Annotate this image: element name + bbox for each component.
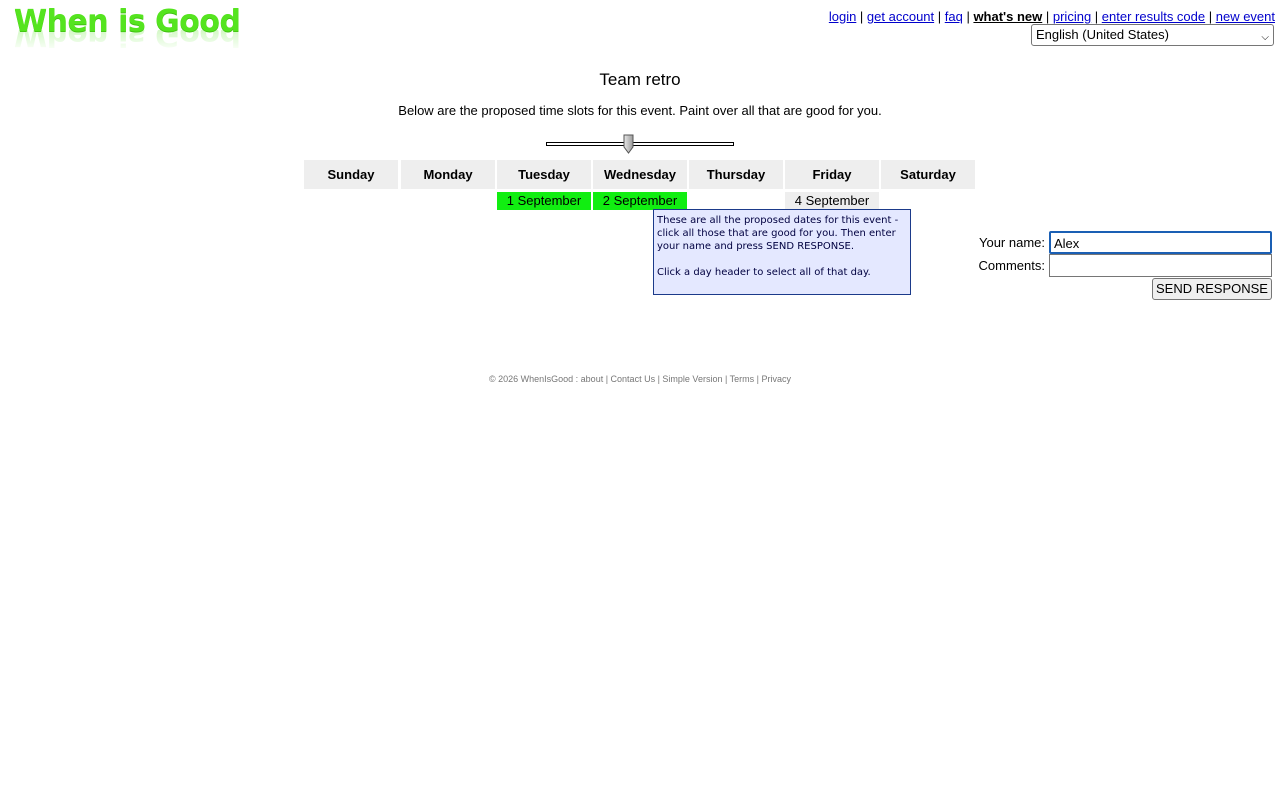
footer-about-link[interactable]: about xyxy=(581,374,604,384)
day-header-tuesday[interactable]: Tuesday xyxy=(497,160,591,189)
footer-copyright: © 2026 WhenIsGood : xyxy=(488,374,581,384)
day-header-friday[interactable]: Friday xyxy=(785,160,879,189)
nav-pricing-link[interactable]: pricing xyxy=(1053,9,1091,24)
your-name-input[interactable]: Alex xyxy=(1049,231,1272,254)
footer-privacy-link[interactable]: Privacy xyxy=(761,374,791,384)
zoom-slider-track[interactable] xyxy=(546,142,734,146)
logo-reflection: When is Good xyxy=(14,30,241,52)
nav-get-account-link[interactable]: get account xyxy=(867,9,934,24)
footer-separator: | xyxy=(722,374,730,384)
day-header-saturday[interactable]: Saturday xyxy=(881,160,975,189)
help-tooltip: These are all the proposed dates for thi… xyxy=(653,209,911,295)
nav-separator: | xyxy=(856,9,867,24)
day-header-monday[interactable]: Monday xyxy=(401,160,495,189)
language-select-value: English (United States) xyxy=(1036,27,1169,42)
language-select[interactable]: English (United States) ⌵ xyxy=(1031,24,1274,46)
comments-input[interactable] xyxy=(1049,254,1272,277)
your-name-label: Your name: xyxy=(978,235,1045,250)
day-header-wednesday[interactable]: Wednesday xyxy=(593,160,687,189)
day-header-thursday[interactable]: Thursday xyxy=(689,160,783,189)
nav-separator: | xyxy=(1205,9,1216,24)
event-instructions: Below are the proposed time slots for th… xyxy=(398,103,882,118)
tooltip-text-main: These are all the proposed dates for thi… xyxy=(657,215,899,252)
nav-separator: | xyxy=(962,9,974,24)
footer: © 2026 WhenIsGood : about | Contact Us |… xyxy=(0,374,1280,384)
nav-separator: | xyxy=(1091,9,1102,24)
day-header-sunday[interactable]: Sunday xyxy=(304,160,398,189)
time-slot-wednesday[interactable]: 2 September xyxy=(593,192,687,210)
nav-login-link[interactable]: login xyxy=(829,9,856,24)
time-slot-friday[interactable]: 4 September xyxy=(785,192,879,210)
footer-simple-version-link[interactable]: Simple Version xyxy=(662,374,722,384)
footer-separator: | xyxy=(603,374,611,384)
nav-separator: | xyxy=(1042,9,1053,24)
nav-new-event-link[interactable]: new event xyxy=(1216,9,1275,24)
nav-faq-link[interactable]: faq xyxy=(945,9,963,24)
time-slot-tuesday[interactable]: 1 September xyxy=(497,192,591,210)
footer-terms-link[interactable]: Terms xyxy=(730,374,755,384)
nav-separator: | xyxy=(934,9,945,24)
send-response-button[interactable]: SEND RESPONSE xyxy=(1152,278,1272,300)
slider-thumb-icon xyxy=(623,134,634,154)
chevron-down-icon: ⌵ xyxy=(1261,32,1269,43)
nav-enter-results-code-link[interactable]: enter results code xyxy=(1102,9,1205,24)
footer-contact-link[interactable]: Contact Us xyxy=(611,374,656,384)
nav-whats-new-link[interactable]: what's new xyxy=(973,9,1042,24)
comments-label: Comments: xyxy=(978,258,1045,273)
zoom-slider-thumb[interactable] xyxy=(623,134,634,154)
top-nav: login | get account | faq | what's new |… xyxy=(829,9,1275,24)
tooltip-text-hint: Click a day header to select all of that… xyxy=(657,267,871,278)
event-title: Team retro xyxy=(599,70,681,89)
